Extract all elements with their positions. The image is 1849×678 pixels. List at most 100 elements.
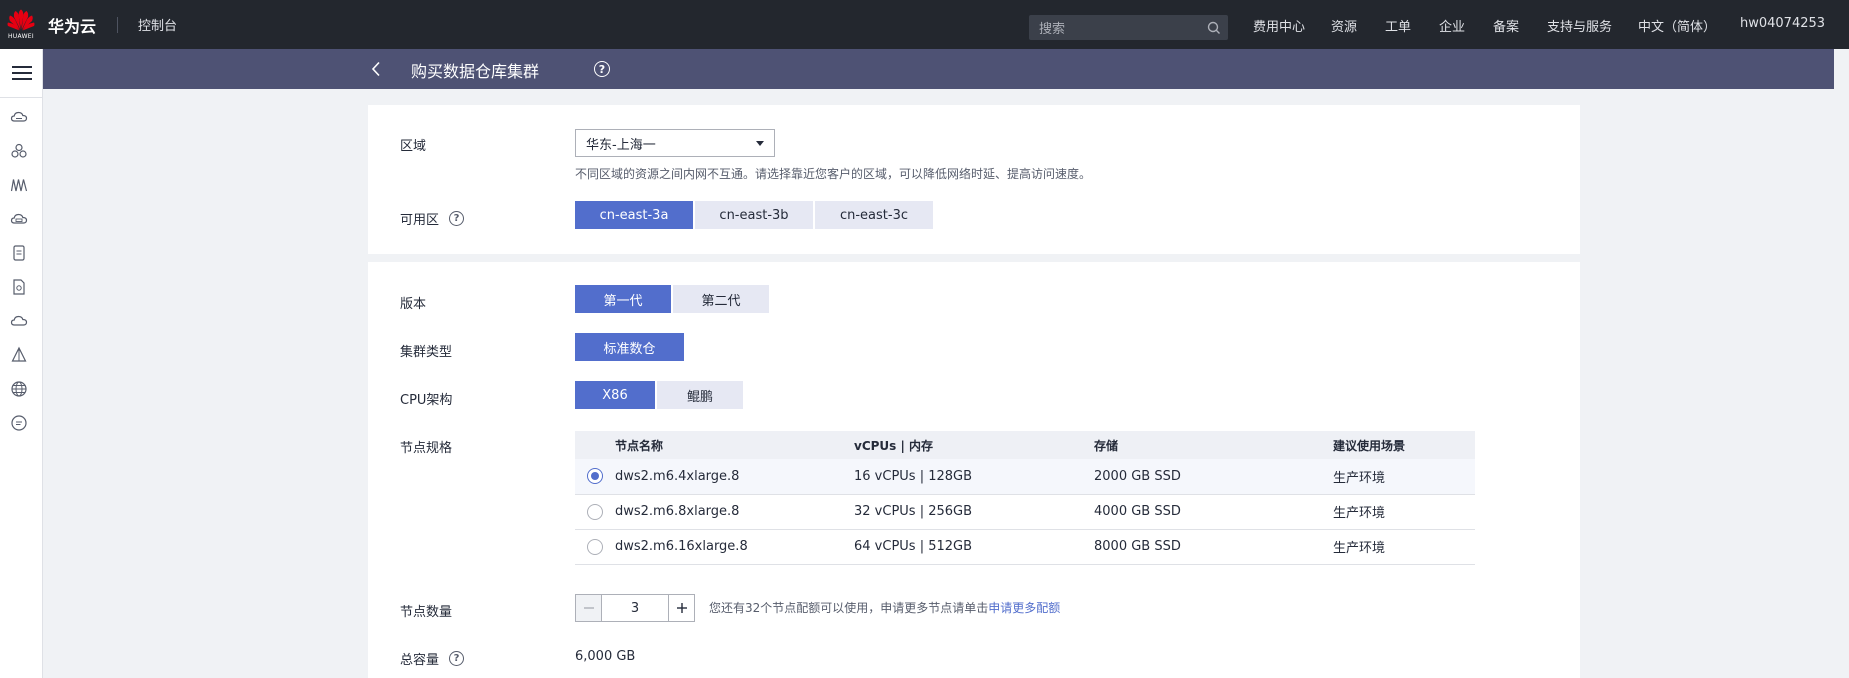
nav-tickets[interactable]: 工单 [1385,16,1411,35]
spec-radio[interactable] [587,468,603,485]
cluster-type-selector: 标准数仓 [575,333,684,361]
cluster-type-label: 集群类型 [400,341,452,360]
az-option-cn-east-3a[interactable]: cn-east-3a [575,201,693,229]
row-vcpu-mem: 16 vCPUs | 128GB [854,459,1094,495]
region-hint: 不同区域的资源之间内网不互通。请选择靠近您客户的区域，可以降低网络时延、提高访问… [575,167,1092,181]
sidebar-item-document[interactable] [9,277,29,297]
cluster-type-label-text: 集群类型 [400,345,453,360]
nav-account[interactable]: hw04074253 [1740,16,1825,31]
region-label: 区域 [400,135,426,154]
back-button[interactable] [366,59,386,79]
caret-down-icon [756,141,764,146]
row-name: dws2.m6.16xlarge.8 [615,529,854,565]
row-name: dws2.m6.4xlarge.8 [615,459,854,495]
help-icon[interactable]: ? [449,211,465,226]
divider [117,16,119,33]
sidebar-item-cloud-service[interactable] [9,311,29,331]
az-label: 可用区 ? [400,209,465,228]
cpu-arch-option-x86[interactable]: X86 [575,381,655,409]
sidebar-item-cloud[interactable] [9,107,29,127]
nav-icp[interactable]: 备案 [1493,16,1519,35]
cluster-icon [11,143,27,158]
node-spec-label-text: 节点规格 [400,441,453,456]
help-icon[interactable]: ? [594,61,610,77]
version-option-gen2[interactable]: 第二代 [673,285,769,313]
tent-icon [11,346,27,362]
chat-icon [11,415,27,431]
menu-toggle[interactable] [0,49,43,98]
table-header-scenario: 建议使用场景 [1333,431,1475,459]
page-title: 购买数据仓库集群 [411,62,540,81]
search-icon[interactable] [1206,20,1222,36]
sidebar-item-global[interactable] [9,379,29,399]
cloud-icon [10,111,28,122]
az-label-text: 可用区 [400,213,440,228]
nav-resources[interactable]: 资源 [1331,16,1357,35]
cpu-arch-option-kunpeng[interactable]: 鲲鹏 [657,381,743,409]
node-count-label-text: 节点数量 [400,605,453,620]
region-card: 区域 华东-上海一 不同区域的资源之间内网不互通。请选择靠近您客户的区域，可以降… [368,105,1580,254]
quota-hint: 您还有32个节点配额可以使用，申请更多节点请单击申请更多配额 [709,599,1060,616]
cluster-type-option-standard[interactable]: 标准数仓 [575,333,684,361]
row-vcpu-mem: 32 vCPUs | 256GB [854,494,1094,530]
hamburger-icon [11,66,32,80]
region-selected-value: 华东-上海一 [586,137,656,153]
network-icon [10,179,28,192]
sidebar-item-security[interactable] [9,345,29,365]
help-icon[interactable]: ? [449,651,465,666]
chevron-left-icon [371,61,380,77]
sidebar-item-cluster[interactable] [9,141,29,161]
row-storage: 2000 GB SSD [1094,459,1333,495]
az-option-cn-east-3c[interactable]: cn-east-3c [815,201,933,229]
sidebar-item-storage-cloud[interactable] [9,209,29,229]
top-bar: HUAWEI 华为云 控制台 搜索 费用中心 资源 工单 企业 备案 支持与服务… [0,0,1849,49]
sidebar-item-message[interactable] [9,413,29,433]
database-icon [13,245,25,261]
az-option-cn-east-3b[interactable]: cn-east-3b [695,201,813,229]
left-sidebar [0,49,43,678]
sidebar-item-network[interactable] [9,175,29,195]
table-header-name: 节点名称 [615,431,854,459]
table-header-radio [575,431,615,459]
region-label-text: 区域 [400,139,427,154]
decrement-button[interactable] [576,595,602,621]
plus-icon [676,603,687,613]
node-spec-table: 节点名称 vCPUs | 内存 存储 建议使用场景 dws2.m6.4xlarg… [575,431,1475,565]
nav-support[interactable]: 支持与服务 [1547,16,1612,35]
minus-icon [583,607,594,609]
node-count-label: 节点数量 [400,601,452,620]
console-link[interactable]: 控制台 [138,15,177,34]
huawei-logo[interactable]: HUAWEI [0,0,42,49]
search-box[interactable]: 搜索 [1029,15,1228,40]
search-input[interactable]: 搜索 [1039,18,1206,37]
brand-name[interactable]: 华为云 [48,13,96,37]
region-select[interactable]: 华东-上海一 [575,129,775,157]
nav-enterprise[interactable]: 企业 [1439,16,1465,35]
cpu-arch-selector: X86 鲲鹏 [575,381,743,409]
sidebar-item-database[interactable] [9,243,29,263]
table-row[interactable]: dws2.m6.16xlarge.8 64 vCPUs | 512GB 8000… [575,529,1475,565]
table-header-vcpu: vCPUs | 内存 [854,431,1094,459]
nav-language[interactable]: 中文（简体） [1638,16,1716,35]
spec-radio[interactable] [587,503,603,520]
increment-button[interactable] [668,595,694,621]
globe-icon [11,381,27,397]
spec-card: 版本 第一代 第二代 集群类型 标准数仓 CPU架构 X86 鲲鹏 节点规格 节… [368,262,1580,678]
row-radio-cell [575,459,615,495]
node-count-input[interactable]: 3 [602,595,668,621]
table-row[interactable]: dws2.m6.4xlarge.8 16 vCPUs | 128GB 2000 … [575,459,1475,495]
table-row[interactable]: dws2.m6.8xlarge.8 32 vCPUs | 256GB 4000 … [575,494,1475,530]
request-quota-link[interactable]: 申请更多配额 [988,601,1060,615]
row-vcpu-mem: 64 vCPUs | 512GB [854,529,1094,565]
version-option-gen1[interactable]: 第一代 [575,285,671,313]
az-selector: cn-east-3a cn-east-3b cn-east-3c [575,201,933,229]
huawei-flower-icon [7,9,35,31]
page-scrollbar[interactable] [1834,49,1849,678]
row-name: dws2.m6.8xlarge.8 [615,494,854,530]
row-radio-cell [575,529,615,565]
document-icon [13,279,25,295]
cpu-arch-label-text: CPU架构 [400,393,453,408]
nav-billing[interactable]: 费用中心 [1253,16,1305,35]
spec-radio[interactable] [587,538,603,555]
total-capacity-value: 6,000 GB [575,649,636,664]
